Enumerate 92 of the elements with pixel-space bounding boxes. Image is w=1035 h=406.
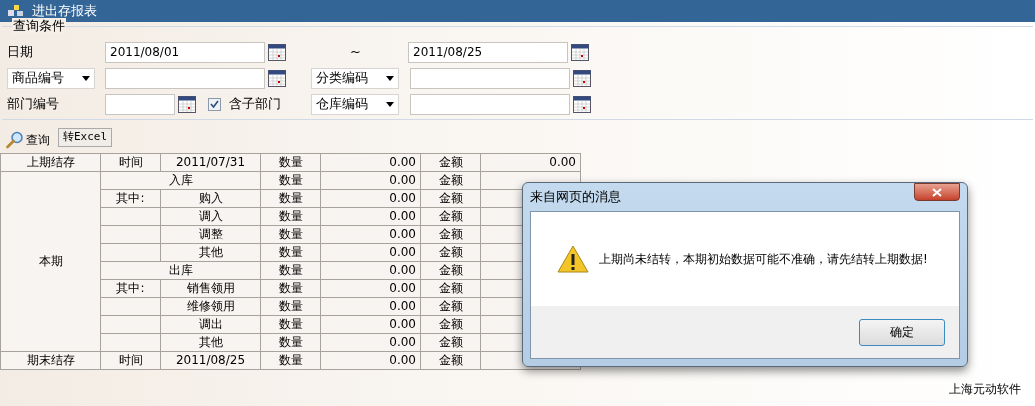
table-cell: 数量 xyxy=(278,191,303,205)
table-cell: 2011/08/25 xyxy=(175,353,246,367)
table-cell: 0.00 xyxy=(389,173,416,187)
caret-icon xyxy=(386,101,394,107)
table-cell: 调整 xyxy=(198,227,223,241)
dropdown[interactable]: 商品编号 xyxy=(7,67,95,89)
table-cell: 0.00 xyxy=(389,281,416,295)
table-cell: 金额 xyxy=(438,245,463,259)
table-cell: 0.00 xyxy=(389,209,416,223)
window-title: 进出存报表 xyxy=(32,2,97,19)
dialog-title: 来自网页的消息 xyxy=(530,188,621,207)
table-cell: 金额 xyxy=(438,227,463,241)
caret-icon xyxy=(386,75,394,81)
table-cell: 金额 xyxy=(438,317,463,331)
query-button[interactable]: 查询 xyxy=(6,131,50,149)
table-cell: 其他 xyxy=(198,245,223,259)
group-legend: 查询条件 xyxy=(12,18,66,34)
table-cell: 数量 xyxy=(278,155,303,169)
table-cell: 其中: xyxy=(116,281,145,295)
table-cell: 数量 xyxy=(278,173,303,187)
table-cell: 数量 xyxy=(278,209,303,223)
search-icon xyxy=(6,131,24,149)
calendar-icon[interactable] xyxy=(178,95,196,113)
dropdown[interactable]: 仓库编码 xyxy=(311,93,399,115)
table-cell: 0.00 xyxy=(389,335,416,349)
table-cell: 销售领用 xyxy=(186,281,235,295)
table-cell: 金额 xyxy=(438,335,463,349)
range-separator: ~ xyxy=(350,43,362,62)
checkbox[interactable] xyxy=(208,97,221,111)
table-cell: 购入 xyxy=(198,191,223,205)
table-cell: 金额 xyxy=(438,299,463,313)
table-cell: 2011/07/31 xyxy=(175,155,246,169)
table-cell: 0.00 xyxy=(389,317,416,331)
text-field[interactable] xyxy=(105,93,175,115)
table-cell: 出库 xyxy=(168,263,193,277)
table-cell: 0.00 xyxy=(389,353,416,367)
dropdown[interactable]: 分类编码 xyxy=(311,67,399,89)
blocks-icon xyxy=(8,5,24,17)
table-cell: 0.00 xyxy=(389,227,416,241)
table-cell: 金额 xyxy=(438,281,463,295)
text-field[interactable] xyxy=(105,67,265,89)
table-cell: 时间 xyxy=(118,353,143,367)
table-cell: 0.00 xyxy=(389,155,416,169)
table-cell: 入库 xyxy=(168,173,193,187)
close-button[interactable] xyxy=(914,183,960,201)
calendar-icon[interactable] xyxy=(573,95,591,113)
table-cell: 调入 xyxy=(198,209,223,223)
table-cell: 0.00 xyxy=(389,245,416,259)
text-field[interactable]: 2011/08/25 xyxy=(408,41,568,63)
table-cell: 金额 xyxy=(438,155,463,169)
calendar-icon[interactable] xyxy=(571,43,589,61)
text-field[interactable]: 2011/08/01 xyxy=(105,41,265,63)
calendar-icon[interactable] xyxy=(573,69,591,87)
table-cell: 数量 xyxy=(278,335,303,349)
table-cell: 期末结存 xyxy=(26,353,75,367)
table-cell: 其中: xyxy=(116,191,145,205)
caret-icon xyxy=(82,75,90,81)
table-cell: 数量 xyxy=(278,263,303,277)
calendar-icon[interactable] xyxy=(268,43,286,61)
dialog-message: 上期尚未结转，本期初始数据可能不准确，请先结转上期数据! xyxy=(599,251,928,268)
table-cell: 上期结存 xyxy=(26,155,75,169)
table-cell: 金额 xyxy=(438,191,463,205)
table-cell: 0.00 xyxy=(549,155,576,169)
table-cell: 其他 xyxy=(198,335,223,349)
field-label: 部门编号 xyxy=(7,95,60,114)
checkbox-label: 含子部门 xyxy=(229,95,282,114)
field-label: 日期 xyxy=(7,43,34,62)
table-cell: 数量 xyxy=(278,281,303,295)
table-cell: 金额 xyxy=(438,209,463,223)
export-excel-button[interactable]: 转Excel xyxy=(58,128,113,147)
table-cell: 0.00 xyxy=(389,263,416,277)
table-cell: 0.00 xyxy=(389,191,416,205)
table-cell: 数量 xyxy=(278,353,303,367)
calendar-icon[interactable] xyxy=(268,69,286,87)
table-cell: 金额 xyxy=(438,263,463,277)
table-cell: 金额 xyxy=(438,173,463,187)
ok-button[interactable]: 确定 xyxy=(859,318,945,346)
table-cell: 维修领用 xyxy=(186,299,235,313)
table-cell: 数量 xyxy=(278,317,303,331)
table-cell: 时间 xyxy=(118,155,143,169)
table-cell: 数量 xyxy=(278,245,303,259)
text-field[interactable] xyxy=(410,93,570,115)
table-cell: 0.00 xyxy=(389,299,416,313)
table-cell: 数量 xyxy=(278,299,303,313)
table-cell: 金额 xyxy=(438,353,463,367)
close-icon xyxy=(932,187,942,197)
warning-icon xyxy=(557,245,589,273)
table-cell: 调出 xyxy=(198,317,223,331)
table-cell: 数量 xyxy=(278,227,303,241)
table-cell: 本期 xyxy=(38,254,63,268)
text-field[interactable] xyxy=(410,67,570,89)
company-name: 上海元动软件 xyxy=(949,381,1021,398)
